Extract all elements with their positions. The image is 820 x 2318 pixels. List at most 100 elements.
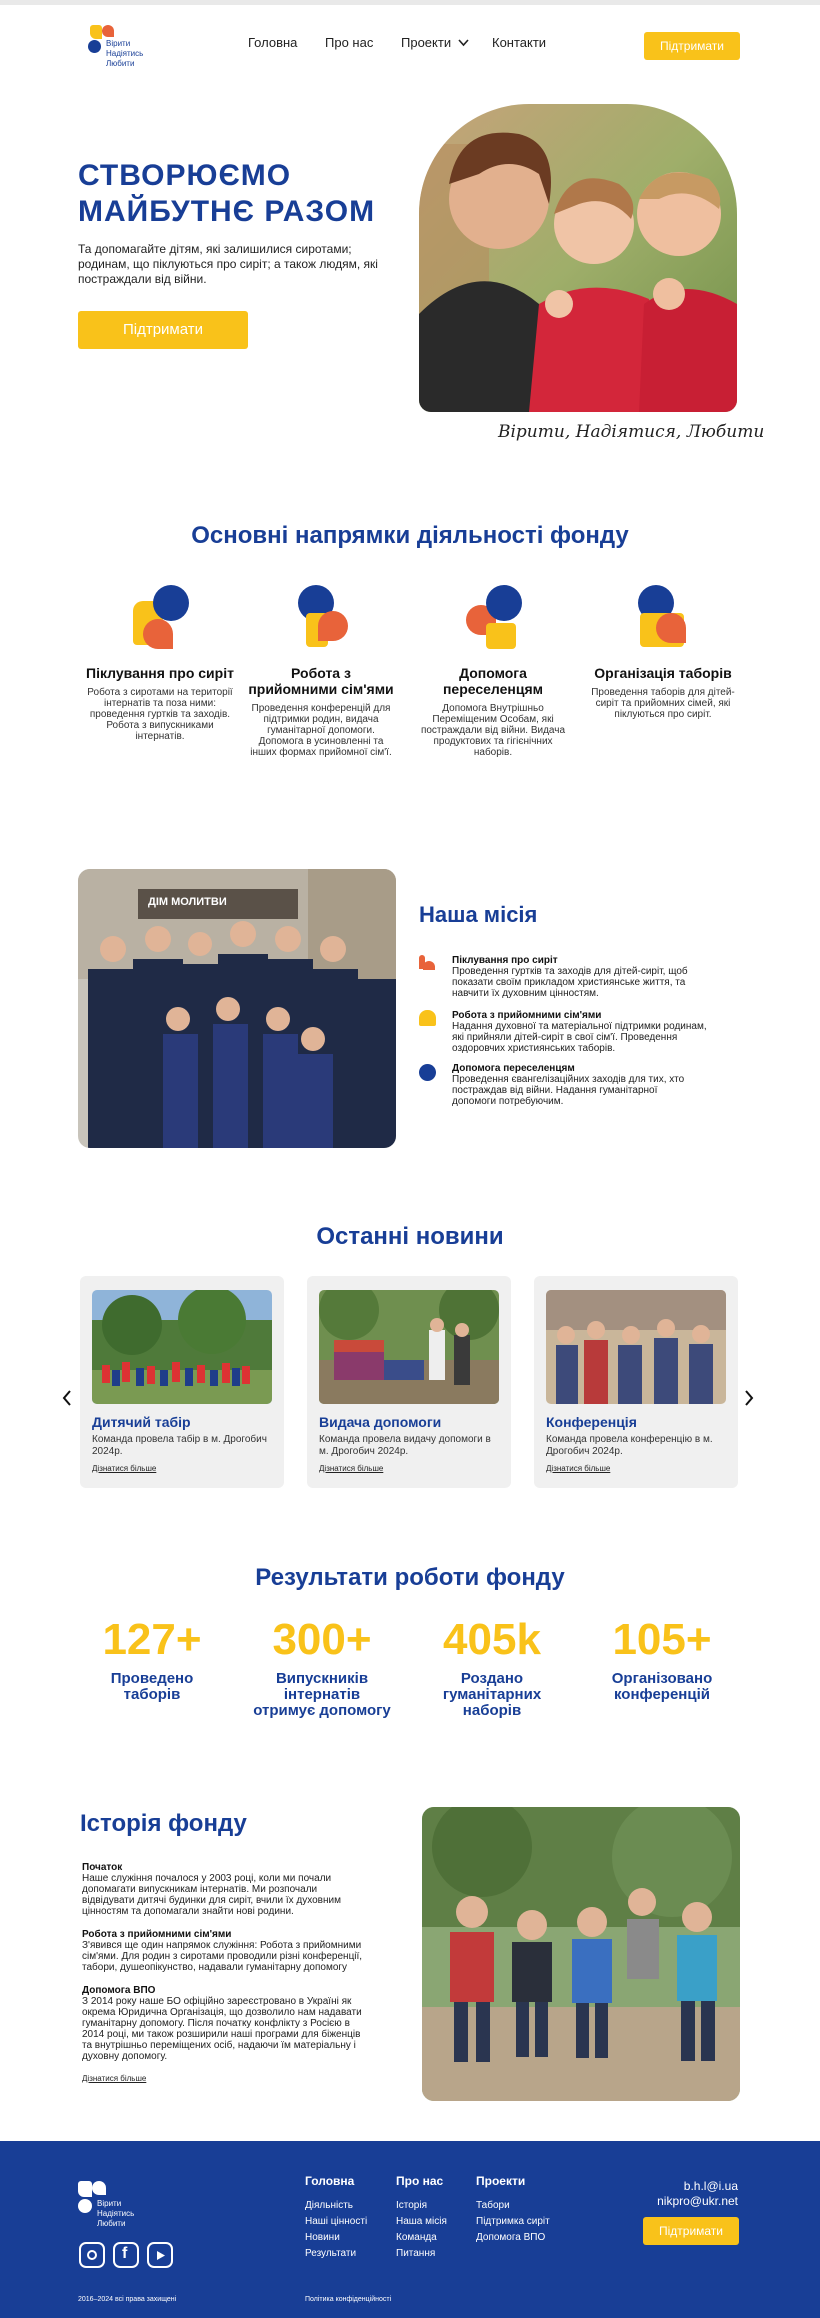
- hero-title: СТВОРЮЄМО МАЙБУТНЄ РАЗОМ: [78, 159, 376, 228]
- news-card[interactable]: Конференція Команда провела конференцію …: [534, 1276, 738, 1488]
- footer-col-projects: Проекти Табори Підтримка сиріт Допомога …: [476, 2174, 550, 2246]
- stat-label: Роздано гуманітарних наборів: [442, 1670, 542, 1719]
- site-footer: Вірити Надіятись Любити f Головна Діяльн…: [0, 2141, 820, 2318]
- directions-title: Основні напрямки діяльності фонду: [191, 522, 629, 549]
- nav-projects[interactable]: Проекти: [401, 35, 451, 50]
- news-card-text: Команда провела видачу допомоги в м. Дро…: [319, 1434, 491, 1457]
- mission-photo: ДІМ МОЛИТВИ: [78, 869, 396, 1148]
- news-more-link[interactable]: Дізнатися більше: [92, 1464, 156, 1473]
- site-header: Вірити Надіятись Любити Головна Про нас …: [0, 0, 820, 80]
- footer-col-title[interactable]: Про нас: [396, 2174, 447, 2188]
- direction-card-refugees: Допомога переселенцям Допомога Внутрішнь…: [418, 583, 568, 758]
- stat-label: Проведено таборів: [110, 1670, 194, 1703]
- news-more-link[interactable]: Дізнатися більше: [319, 1464, 383, 1473]
- news-more-link[interactable]: Дізнатися більше: [546, 1464, 610, 1473]
- photo-sign-text: ДІМ МОЛИТВИ: [148, 896, 227, 908]
- footer-col-main: Головна Діяльність Наші цінності Новини …: [305, 2174, 367, 2262]
- stat-label: Випускників інтернатів отримує допомогу: [253, 1670, 391, 1719]
- hero-subtitle: Та допомагайте дітям, які залишилися сир…: [78, 242, 378, 286]
- news-card-text: Команда провела табір в м. Дрогобич 2024…: [92, 1434, 267, 1457]
- privacy-link[interactable]: Політика конфіденційності: [305, 2296, 391, 2303]
- chevron-down-icon[interactable]: [458, 39, 469, 47]
- news-card-text: Команда провела конференцію в м. Дрогоби…: [546, 1434, 713, 1457]
- camps-icon: [636, 583, 690, 653]
- logo[interactable]: Вірити Надіятись Любити: [88, 21, 168, 73]
- direction-text: Проведення таборів для дітей-сиріт та пр…: [591, 687, 735, 720]
- instagram-icon[interactable]: [79, 2242, 105, 2268]
- footer-contacts: b.h.l@i.ua nikpro@ukr.net: [657, 2179, 738, 2209]
- stat-camps: 127+ Проведено таборів: [72, 1615, 232, 1703]
- circle-icon: [419, 1064, 436, 1081]
- nav-home[interactable]: Головна: [248, 35, 297, 50]
- footer-link[interactable]: Історія: [396, 2198, 447, 2214]
- mission-item-text: Проведення гуртків та заходів для дітей-…: [452, 966, 688, 999]
- direction-card-camps: Організація таборів Проведення таборів д…: [588, 583, 738, 720]
- mission-item-title: Допомога переселенцям: [452, 1063, 575, 1074]
- history-title: Історія фонду: [80, 1810, 247, 1837]
- news-card-title: Конференція: [546, 1414, 637, 1430]
- history-heading: Допомога ВПО: [82, 1985, 156, 1996]
- history-heading: Робота з прийомними сім'ями: [82, 1929, 232, 1940]
- stat-value: 127+: [102, 1615, 202, 1664]
- footer-link[interactable]: Наші цінності: [305, 2214, 367, 2230]
- family-icon: [419, 1010, 436, 1026]
- mission-item-text: Проведення євангелізаційних заходів для …: [452, 1074, 685, 1107]
- stat-conferences: 105+ Організовано конференцій: [582, 1615, 742, 1703]
- mission-item-text: Надання духовної та матеріальної підтрим…: [452, 1021, 707, 1054]
- orphans-icon: [133, 583, 189, 653]
- footer-link[interactable]: Новини: [305, 2230, 367, 2246]
- mission-item-title: Піклування про сиріт: [452, 955, 558, 966]
- news-card-title: Видача допомоги: [319, 1414, 442, 1430]
- nav-contacts[interactable]: Контакти: [492, 35, 546, 50]
- history-more-link[interactable]: Дізнатися більше: [82, 2074, 368, 2083]
- hero-support-button[interactable]: Підтримати: [78, 311, 248, 349]
- footer-link[interactable]: Команда: [396, 2230, 447, 2246]
- footer-link[interactable]: Табори: [476, 2198, 550, 2214]
- direction-text: Допомога Внутрішньо Переміщеним Особам, …: [420, 703, 566, 758]
- header-support-button[interactable]: Підтримати: [644, 32, 740, 60]
- mission-item: Робота з прийомними сім'ями Надання духо…: [452, 1010, 712, 1054]
- stat-value: 300+: [272, 1615, 372, 1664]
- results-title: Результати роботи фонду: [255, 1564, 565, 1591]
- direction-card-orphans: Піклування про сиріт Робота з сиротами н…: [85, 583, 235, 742]
- youtube-icon[interactable]: [147, 2242, 173, 2268]
- direction-title: Організація таборів: [594, 665, 732, 681]
- footer-link[interactable]: Допомога ВПО: [476, 2230, 550, 2246]
- footer-link[interactable]: Наша місія: [396, 2214, 447, 2230]
- history-paragraph: Наше служіння почалося у 2003 році, коли…: [82, 1873, 341, 1917]
- history-paragraph: З 2014 року наше БО офіційно зареєстрова…: [82, 1996, 362, 2062]
- footer-logo-text: Вірити Надіятись Любити: [97, 2199, 135, 2228]
- chevron-left-icon[interactable]: [62, 1390, 72, 1406]
- footer-logo[interactable]: Вірити Надіятись Любити: [78, 2181, 158, 2231]
- history-photo: [422, 1807, 740, 2101]
- footer-col-title[interactable]: Головна: [305, 2174, 367, 2188]
- nav-about[interactable]: Про нас: [325, 35, 373, 50]
- footer-link[interactable]: Результати: [305, 2246, 367, 2262]
- direction-text: Проведення конференцій для підтримки род…: [250, 703, 392, 758]
- mission-item: Піклування про сиріт Проведення гуртків …: [452, 955, 692, 999]
- heart-icon: [419, 955, 435, 971]
- history-text: Початок Наше служіння почалося у 2003 ро…: [82, 1862, 368, 2083]
- footer-email[interactable]: b.h.l@i.ua: [657, 2179, 738, 2194]
- logo-text: Вірити Надіятись Любити: [106, 39, 144, 68]
- mission-item: Допомога переселенцям Проведення євангел…: [452, 1063, 702, 1107]
- footer-link[interactable]: Підтримка сиріт: [476, 2214, 550, 2230]
- history-paragraph: З'явився ще один напрямок служіння: Робо…: [82, 1940, 363, 1973]
- hero-photo: [419, 104, 737, 412]
- footer-support-button[interactable]: Підтримати: [643, 2217, 739, 2245]
- direction-title: Допомога переселенцям: [442, 665, 544, 697]
- facebook-icon[interactable]: f: [113, 2242, 139, 2268]
- chevron-right-icon[interactable]: [744, 1390, 754, 1406]
- news-card[interactable]: Видача допомоги Команда провела видачу д…: [307, 1276, 511, 1488]
- history-heading: Початок: [82, 1862, 123, 1873]
- footer-link[interactable]: Питання: [396, 2246, 447, 2262]
- footer-col-title[interactable]: Проекти: [476, 2174, 550, 2188]
- footer-link[interactable]: Діяльність: [305, 2198, 367, 2214]
- copyright: 2016–2024 всі права захищені: [78, 2296, 177, 2303]
- stat-kits: 405k Роздано гуманітарних наборів: [412, 1615, 572, 1719]
- news-card[interactable]: Дитячий табір Команда провела табір в м.…: [80, 1276, 284, 1488]
- direction-title: Піклування про сиріт: [86, 665, 234, 681]
- footer-email[interactable]: nikpro@ukr.net: [657, 2194, 738, 2209]
- footer-col-about: Про нас Історія Наша місія Команда Питан…: [396, 2174, 447, 2262]
- mission-item-title: Робота з прийомними сім'ями: [452, 1010, 602, 1021]
